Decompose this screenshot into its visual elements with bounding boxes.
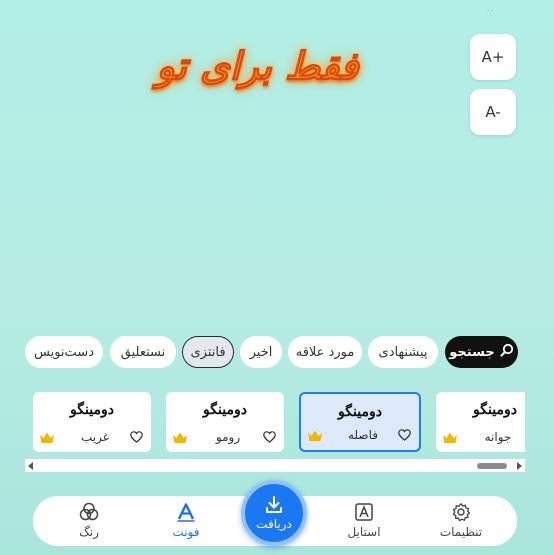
increase-size-button[interactable]: A+ bbox=[470, 34, 516, 80]
chip-label: دست‌نویس bbox=[34, 344, 94, 360]
style-icon bbox=[355, 503, 373, 521]
search-icon bbox=[500, 343, 514, 361]
chip-fantasy[interactable]: فانتزی bbox=[182, 336, 234, 368]
scroll-thumb[interactable] bbox=[477, 463, 507, 469]
chip-recent[interactable]: اخیر bbox=[240, 336, 282, 368]
chip-label: نستعلیق bbox=[120, 344, 166, 360]
font-icon bbox=[177, 503, 195, 522]
decrease-size-button[interactable]: A- bbox=[470, 89, 516, 135]
search-button[interactable]: جستجو bbox=[445, 336, 518, 368]
download-label: دریافت bbox=[256, 517, 292, 531]
nav-style[interactable]: استایل bbox=[324, 502, 404, 542]
font-sample: دومینگو bbox=[203, 402, 247, 418]
font-sample: دومینگو bbox=[473, 402, 517, 418]
chip-label: مورد علاقه bbox=[295, 344, 355, 360]
download-button[interactable]: دریافت bbox=[241, 480, 307, 546]
heart-icon[interactable] bbox=[130, 431, 143, 443]
chip-label: اخیر bbox=[249, 344, 273, 360]
chip-favorites[interactable]: مورد علاقه bbox=[288, 336, 362, 368]
font-name: فاصله bbox=[348, 428, 378, 442]
chip-nastaliq[interactable]: نستعلیق bbox=[110, 336, 176, 368]
nav-label: استایل bbox=[347, 525, 381, 539]
color-circles-icon bbox=[79, 502, 99, 521]
status-indicator: ٠٠ bbox=[486, 6, 495, 15]
font-sample: دومینگو bbox=[70, 402, 114, 418]
text-preview: فقط برای تو bbox=[156, 42, 359, 88]
font-card[interactable]: دومینگو جوانه bbox=[436, 392, 525, 452]
nav-label: تنظیمات bbox=[439, 525, 483, 539]
chip-label: فانتزی bbox=[190, 344, 226, 360]
crown-icon bbox=[443, 432, 457, 443]
chip-handwritten[interactable]: دست‌نویس bbox=[25, 336, 103, 368]
horizontal-scrollbar[interactable] bbox=[25, 459, 525, 472]
scroll-left-arrow-icon[interactable] bbox=[28, 462, 33, 470]
gear-icon bbox=[452, 503, 471, 522]
scroll-right-arrow-icon[interactable] bbox=[517, 462, 522, 470]
crown-icon bbox=[173, 432, 187, 443]
font-name: غریب bbox=[80, 430, 110, 444]
download-icon bbox=[266, 496, 282, 513]
crown-icon bbox=[40, 432, 54, 443]
font-card-selected[interactable]: دومینگو فاصله bbox=[299, 392, 421, 452]
chip-label: پیشنهادی bbox=[378, 344, 428, 360]
crown-icon bbox=[308, 430, 322, 441]
nav-color[interactable]: رنگ bbox=[49, 502, 129, 542]
nav-label: رنگ bbox=[79, 525, 99, 539]
font-name: جوانه bbox=[484, 430, 512, 444]
font-sample: دومینگو bbox=[338, 404, 382, 420]
font-card[interactable]: دومینگو رومو bbox=[166, 392, 284, 452]
heart-icon[interactable] bbox=[263, 431, 276, 443]
category-chips: دست‌نویس نستعلیق فانتزی اخیر مورد علاقه … bbox=[25, 336, 547, 368]
font-list: دومینگو غریب دومینگو رومو دومینگو فاصله … bbox=[25, 392, 525, 452]
search-label: جستجو bbox=[449, 344, 495, 360]
nav-font[interactable]: فونت bbox=[146, 502, 226, 542]
font-card[interactable]: دومینگو غریب bbox=[33, 392, 151, 452]
font-name: رومو bbox=[215, 430, 241, 444]
nav-settings[interactable]: تنظیمات bbox=[421, 502, 501, 542]
nav-label: فونت bbox=[172, 525, 200, 539]
heart-icon[interactable] bbox=[398, 429, 411, 441]
chip-suggested[interactable]: پیشنهادی bbox=[368, 336, 438, 368]
